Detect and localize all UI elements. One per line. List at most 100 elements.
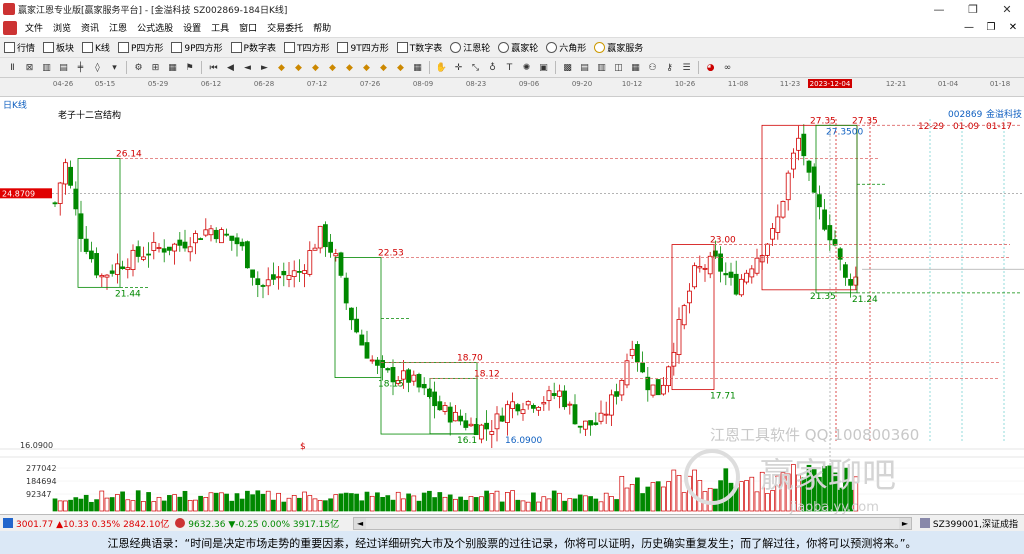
list-tool-icon[interactable]: ☰ xyxy=(680,61,693,74)
infinity-icon[interactable]: ∞ xyxy=(721,61,734,74)
child-minimize-button[interactable]: — xyxy=(958,18,980,37)
candle-body xyxy=(68,166,73,186)
candle-body xyxy=(265,279,271,287)
menu-browse[interactable]: 浏览 xyxy=(48,21,76,34)
menu-file[interactable]: 文件 xyxy=(20,21,48,34)
maximize-button[interactable]: ❐ xyxy=(956,0,990,18)
volume-bar xyxy=(583,495,588,512)
menu-trade[interactable]: 交易委托 xyxy=(262,21,308,34)
volume-bar xyxy=(505,492,510,512)
scroll-left-icon[interactable]: ◄ xyxy=(354,517,367,529)
hand-tool-icon[interactable]: ✋ xyxy=(435,61,448,74)
volume-bar xyxy=(78,498,84,512)
key-tool-icon[interactable]: ⚷ xyxy=(663,61,676,74)
sh-index[interactable]: 3001.77 ▲10.33 0.35% 2842.10亿 xyxy=(3,517,169,530)
ruler-tool-icon[interactable]: ⊞ xyxy=(149,61,162,74)
tb-9tsquare-button[interactable]: 9T四方形 xyxy=(333,38,392,57)
volume-bar xyxy=(671,469,677,512)
tb-service-button[interactable]: 赢家服务 xyxy=(590,38,647,57)
settings-tool-icon[interactable]: ⚙ xyxy=(132,61,145,74)
dropdown-icon[interactable]: ▾ xyxy=(108,61,121,74)
bar-tool-icon[interactable]: ▥ xyxy=(40,61,53,74)
zoom-tool-icon[interactable]: ⊠ xyxy=(23,61,36,74)
menu-settings[interactable]: 设置 xyxy=(178,21,206,34)
menu-help[interactable]: 帮助 xyxy=(308,21,336,34)
candle-body xyxy=(744,272,749,283)
tb-psquare-button[interactable]: P四方形 xyxy=(114,38,167,57)
candle-body xyxy=(146,253,152,256)
watermark-title: 赢家聊吧 xyxy=(760,456,896,496)
diamond-6-icon[interactable]: ◆ xyxy=(360,61,373,74)
cycle-tool-icon[interactable]: ✺ xyxy=(520,61,533,74)
volume-bar xyxy=(567,498,573,512)
tb-tnumber-button[interactable]: T数字表 xyxy=(393,38,447,57)
price-label-27-35: 27.35 xyxy=(810,116,836,126)
color-wheel-icon[interactable]: ◕ xyxy=(704,61,717,74)
ray-tool-icon[interactable]: ⤡ xyxy=(469,61,482,74)
menu-window[interactable]: 窗口 xyxy=(234,21,262,34)
layout-tool-icon[interactable]: ◫ xyxy=(612,61,625,74)
tb-pnumber-button[interactable]: P数字表 xyxy=(227,38,280,57)
tb-sector-button[interactable]: 板块 xyxy=(39,38,78,57)
menu-info[interactable]: 资讯 xyxy=(76,21,104,34)
volume-bar xyxy=(68,499,73,512)
diamond-2-icon[interactable]: ◆ xyxy=(292,61,305,74)
diamond-5-icon[interactable]: ◆ xyxy=(343,61,356,74)
kline-svg[interactable]: 日K线老子十二宫结构 002869 金溢科技 12-29 01-09 01-17 24.87… xyxy=(0,97,1024,515)
network-tool-icon[interactable]: ⚇ xyxy=(646,61,659,74)
line-tool-icon[interactable]: ╪ xyxy=(74,61,87,74)
diamond-8-icon[interactable]: ◆ xyxy=(394,61,407,74)
chart-tool-icon[interactable]: ▤ xyxy=(57,61,70,74)
candle-body xyxy=(702,267,708,270)
minimize-button[interactable]: — xyxy=(922,0,956,18)
tb-hexagon-button[interactable]: 六角形 xyxy=(542,38,590,57)
diamond-4-icon[interactable]: ◆ xyxy=(326,61,339,74)
tb-tsquare-button[interactable]: T四方形 xyxy=(280,38,334,57)
sz-component-index[interactable]: SZ399001,深证成指 xyxy=(919,517,1018,530)
save-tool-icon[interactable]: ▩ xyxy=(561,61,574,74)
fan-tool-icon[interactable]: ♁ xyxy=(486,61,499,74)
first-tool-icon[interactable]: ⏮ xyxy=(207,61,220,74)
copy-tool-icon[interactable]: ▥ xyxy=(595,61,608,74)
cursor-tool-icon[interactable]: Ⅱ xyxy=(6,61,19,74)
kline-chart[interactable]: 日K线 老子十二宫结构 002869 金溢科技 12-29 01-09 01-17 24.87… xyxy=(0,97,1024,515)
arrow-left-icon[interactable]: ◄ xyxy=(241,61,254,74)
candle-body xyxy=(562,390,567,408)
menu-gann[interactable]: 江恩 xyxy=(104,21,132,34)
diamond-3-icon[interactable]: ◆ xyxy=(309,61,322,74)
child-close-button[interactable]: ✕ xyxy=(1002,18,1024,37)
date-tick-label: 01-04 xyxy=(938,80,959,88)
box-tool-icon[interactable]: ▣ xyxy=(537,61,550,74)
prev-tool-icon[interactable]: ◀ xyxy=(224,61,237,74)
volume-bar xyxy=(198,495,203,512)
close-button[interactable]: ✕ xyxy=(990,0,1024,18)
volume-bar xyxy=(359,500,365,512)
tb-kline-button[interactable]: K线 xyxy=(78,38,114,57)
cross-tool-icon[interactable]: ✛ xyxy=(452,61,465,74)
calc-tool-icon[interactable]: ▦ xyxy=(629,61,642,74)
volume-bar xyxy=(447,494,453,512)
diamond-7-icon[interactable]: ◆ xyxy=(377,61,390,74)
calendar-tool-icon[interactable]: ▦ xyxy=(166,61,179,74)
flag-tool-icon[interactable]: ⚑ xyxy=(183,61,196,74)
arrow-right-icon[interactable]: ► xyxy=(258,61,271,74)
tb-gannwheel-button[interactable]: 江恩轮 xyxy=(446,38,494,57)
grid-tool-icon[interactable]: ▦ xyxy=(411,61,424,74)
mark-tool-icon[interactable]: ◊ xyxy=(91,61,104,74)
scroll-right-icon[interactable]: ► xyxy=(898,517,911,529)
volume-bar xyxy=(598,501,604,512)
candle-body xyxy=(109,270,115,274)
tb-quotes-button[interactable]: 行情 xyxy=(0,38,39,57)
sz-index[interactable]: 9632.36 ▼-0.25 0.00% 3917.15亿 xyxy=(175,517,339,530)
child-restore-button[interactable]: ❐ xyxy=(980,18,1002,37)
print-tool-icon[interactable]: ▤ xyxy=(578,61,591,74)
volume-bar xyxy=(265,490,271,512)
volume-bar xyxy=(260,493,266,512)
tb-winnerwheel-button[interactable]: 赢家轮 xyxy=(494,38,542,57)
diamond-1-icon[interactable]: ◆ xyxy=(275,61,288,74)
menu-tools[interactable]: 工具 xyxy=(206,21,234,34)
horizontal-scrollbar[interactable]: ◄ ► xyxy=(353,516,912,530)
tb-9psquare-button[interactable]: 9P四方形 xyxy=(167,38,226,57)
menu-formula[interactable]: 公式选股 xyxy=(132,21,178,34)
text-tool-icon[interactable]: T xyxy=(503,61,516,74)
